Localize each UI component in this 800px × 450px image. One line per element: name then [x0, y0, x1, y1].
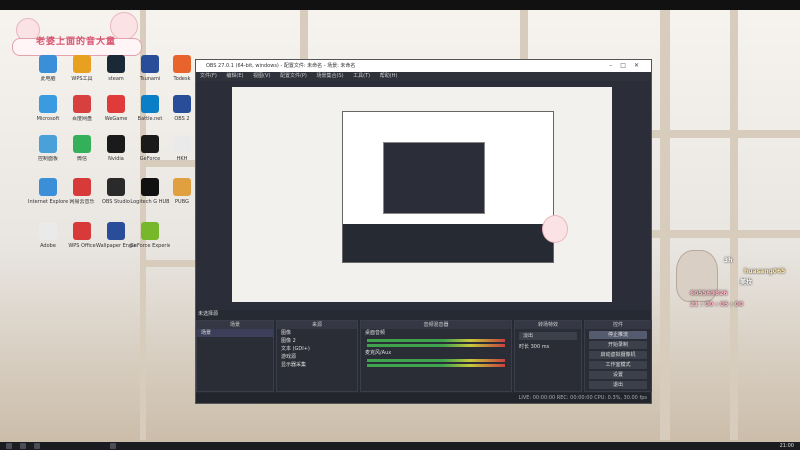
app-icon [73, 222, 91, 240]
transition-select[interactable]: 淡出 [519, 332, 577, 340]
app-icon [73, 178, 91, 196]
app-icon [173, 178, 191, 196]
settings-button[interactable]: 设置 [589, 371, 647, 379]
taskbar-clock: 21:00 [779, 443, 794, 449]
studio-mode-button[interactable]: 工作室模式 [589, 361, 647, 369]
sticker-text: 老婆上面的音大童 [36, 37, 117, 47]
source-item[interactable]: 图像 [277, 329, 357, 337]
taskbar: 21:00 [0, 442, 800, 450]
app-icon [39, 178, 57, 196]
menu-file[interactable]: 文件(F) [200, 73, 217, 79]
sources-header: 来源 [277, 321, 357, 329]
app-icon [39, 135, 57, 153]
start-recording-button[interactable]: 开始录制 [589, 341, 647, 349]
duration-label: 时长 [519, 344, 530, 350]
scenes-header: 场景 [197, 321, 273, 329]
duration-value[interactable]: 300 ms [531, 344, 550, 350]
app-icon [39, 95, 57, 113]
app-icon [107, 55, 125, 73]
desktop-icon[interactable]: GeForce Experience [130, 222, 170, 249]
app-icon [107, 222, 125, 240]
app-icon [107, 178, 125, 196]
app-icon [141, 95, 159, 113]
app-icon [141, 135, 159, 153]
app-icon [107, 95, 125, 113]
search-icon[interactable] [20, 443, 26, 449]
app-icon [107, 135, 125, 153]
virtual-camera-button[interactable]: 启动虚拟摄像机 [589, 351, 647, 359]
stream-info-overlay: 3h huasang065 美妆 605569826 21 : 00 : 05 … [690, 255, 785, 310]
controls-dock: 控件 停止推流 开始录制 启动虚拟摄像机 工作室模式 设置 退出 [584, 320, 652, 392]
obs-title: OBS 27.0.1 (64-bit, windows) - 配置文件: 未命名… [206, 63, 356, 69]
taskview-icon[interactable] [34, 443, 40, 449]
volume-meter [367, 344, 505, 347]
volume-meter [367, 339, 505, 342]
duration-row: 时长 300 ms [515, 343, 581, 351]
source-item[interactable]: 游戏源 [277, 353, 357, 361]
overlay-line-2: huasang065 [744, 268, 786, 275]
obs-window[interactable]: OBS 27.0.1 (64-bit, windows) - 配置文件: 未命名… [195, 59, 652, 404]
sources-dock: 来源 图像 图像 2 文本 (GDI+) 游戏源 显示器采集 [276, 320, 358, 392]
menu-help[interactable]: 帮助(H) [380, 73, 398, 79]
overlay-line-4: 605569826 [690, 290, 728, 297]
menu-view[interactable]: 视图(V) [253, 73, 270, 79]
no-source-selected-label: 未选择源 [198, 311, 219, 317]
mixer-header: 音频混音器 [361, 321, 511, 329]
controls-header: 控件 [585, 321, 651, 329]
top-letterbox [0, 0, 800, 10]
volume-meter [367, 364, 505, 367]
transitions-header: 转场特效 [515, 321, 581, 329]
menu-tools[interactable]: 工具(T) [353, 73, 370, 79]
overlay-clock: 21 : 00 : 05 : 00 [690, 301, 744, 308]
obs-docks: 未选择源 场景 场景 来源 图像 图像 2 文本 (GDI+) 游戏源 显示器采… [196, 310, 652, 403]
obs-taskbar-icon[interactable] [110, 443, 116, 449]
app-icon [141, 222, 159, 240]
exit-button[interactable]: 退出 [589, 381, 647, 389]
nested-obs-preview [342, 111, 554, 263]
scenes-dock: 场景 场景 [196, 320, 274, 392]
overlay-line-3: 美妆 [740, 279, 753, 286]
source-item[interactable]: 图像 2 [277, 337, 357, 345]
mixer-channel-name: 麦克风/Aux [365, 350, 392, 356]
overlay-line-1: 3h [724, 257, 733, 264]
app-icon [173, 55, 191, 73]
transitions-dock: 转场特效 淡出 时长 300 ms [514, 320, 582, 392]
obs-menubar: 文件(F) 编辑(E) 视图(V) 配置文件(P) 场景集合(S) 工具(T) … [196, 72, 651, 81]
app-icon [39, 55, 57, 73]
chibi-avatar [542, 215, 568, 243]
app-icon [173, 135, 191, 153]
app-icon [39, 222, 57, 240]
menu-edit[interactable]: 编辑(E) [226, 73, 243, 79]
stream-sticker: 老婆上面的音大童 [12, 12, 142, 56]
desktop-icon-label: GeForce Experience [130, 243, 170, 249]
source-item[interactable]: 文本 (GDI+) [277, 345, 357, 353]
app-icon [73, 95, 91, 113]
obs-statusbar: LIVE: 00:00:00 REC: 00:00:00 CPU: 0.3%, … [196, 393, 651, 403]
app-icon [73, 55, 91, 73]
volume-meter [367, 359, 505, 362]
obs-titlebar[interactable]: OBS 27.0.1 (64-bit, windows) - 配置文件: 未命名… [196, 60, 651, 72]
start-icon[interactable] [6, 443, 12, 449]
desktop: 老婆上面的音大童 此电脑 WPS工具 steam Tsunami Todesk Micro… [0, 0, 800, 442]
app-icon [141, 178, 159, 196]
menu-profile[interactable]: 配置文件(P) [280, 73, 307, 79]
mixer-channel-name: 桌面音频 [365, 330, 386, 336]
window-controls[interactable]: –□✕ [609, 60, 647, 72]
menu-scene-collection[interactable]: 场景集合(S) [316, 73, 343, 79]
stop-streaming-button[interactable]: 停止推流 [589, 331, 647, 339]
audio-mixer-dock: 音频混音器 桌面音频 麦克风/Aux [360, 320, 512, 392]
source-item[interactable]: 显示器采集 [277, 361, 357, 369]
app-icon [173, 95, 191, 113]
app-icon [141, 55, 159, 73]
app-icon [73, 135, 91, 153]
obs-preview-canvas[interactable] [232, 87, 612, 302]
scene-item[interactable]: 场景 [197, 329, 273, 337]
